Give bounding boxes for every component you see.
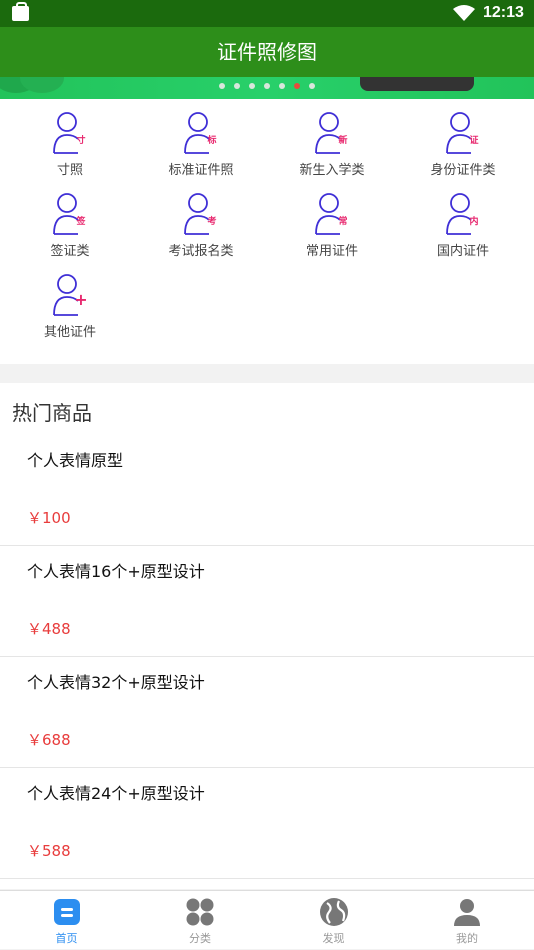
- category-label: 考试报名类: [168, 244, 234, 259]
- tab-category[interactable]: 分类: [134, 891, 267, 950]
- category-label: 其他证件: [43, 325, 96, 340]
- category-badge: 证: [469, 135, 478, 146]
- category-item[interactable]: 证身份证件类: [398, 111, 528, 178]
- section-title: 热门商品: [12, 401, 92, 425]
- category-badge: 考: [207, 215, 216, 227]
- category-item[interactable]: 常常用证件: [267, 192, 397, 259]
- category-badge: 签: [75, 215, 86, 227]
- product-price: ￥100: [27, 509, 71, 527]
- category-item[interactable]: 签签证类: [5, 192, 135, 259]
- category-label: 国内证件: [436, 244, 489, 259]
- product-list-item[interactable]: 个人表情16个+原型设计 ￥488: [0, 546, 534, 657]
- product-price: ￥588: [27, 842, 71, 860]
- banner-device-image: [360, 77, 474, 91]
- tab-label: 发现: [322, 932, 345, 945]
- carousel-dot[interactable]: [264, 83, 270, 89]
- category-item[interactable]: 标标准证件照: [136, 111, 266, 178]
- product-list-item[interactable]: 个人表情原型 ￥100: [0, 435, 534, 546]
- category-badge: 内: [469, 215, 478, 227]
- category-label: 寸照: [56, 163, 83, 178]
- globe-icon: [319, 898, 348, 926]
- banner-carousel[interactable]: [0, 77, 534, 99]
- category-badge: 寸: [76, 134, 85, 146]
- shopping-bag-icon: [12, 2, 29, 21]
- profile-icon: [454, 899, 480, 926]
- category-item[interactable]: 内国内证件: [398, 192, 528, 259]
- category-badge: +: [74, 290, 87, 309]
- category-label: 标准证件照: [168, 163, 234, 178]
- carousel-dot[interactable]: [309, 83, 315, 89]
- category-label: 签证类: [50, 244, 90, 259]
- product-list-item[interactable]: 个人表情32个+原型设计 ￥688: [0, 657, 534, 768]
- home-icon: [53, 899, 80, 925]
- hot-products-section: 热门商品 个人表情原型 ￥100 个人表情16个+原型设计 ￥488 个人表情32个+原…: [0, 383, 534, 889]
- category-badge: 常: [338, 215, 347, 227]
- carousel-dots: [219, 83, 315, 89]
- id-photo-person-icon: 常: [315, 193, 348, 235]
- tab-label: 分类: [189, 932, 211, 945]
- id-photo-person-icon: 标: [184, 112, 217, 154]
- category-label: 新生入学类: [299, 163, 365, 178]
- category-item[interactable]: 新新生入学类: [267, 111, 397, 178]
- category-icon: [186, 898, 214, 926]
- product-price: ￥688: [27, 731, 71, 749]
- product-name: 个人表情32个+原型设计: [27, 673, 205, 692]
- product-name: 个人表情24个+原型设计: [27, 784, 205, 803]
- carousel-dot[interactable]: [234, 83, 240, 89]
- category-label: 常用证件: [305, 244, 358, 259]
- category-item[interactable]: 寸寸照: [5, 111, 135, 178]
- id-photo-person-icon: +: [53, 274, 88, 316]
- tab-home[interactable]: 首页: [0, 891, 133, 950]
- id-photo-person-icon: 证: [446, 112, 479, 154]
- product-list-item[interactable]: 个人表情24个+原型设计 ￥588: [0, 768, 534, 879]
- tab-label: 首页: [55, 932, 78, 945]
- wifi-icon: [453, 5, 475, 21]
- id-photo-person-icon: 考: [184, 193, 217, 235]
- app-bar: 证件照修图: [0, 27, 534, 77]
- tab-discover[interactable]: 发现: [267, 891, 400, 950]
- product-name: 个人表情16个+原型设计: [27, 562, 205, 581]
- status-time: 12:13: [483, 4, 524, 21]
- id-photo-person-icon: 寸: [53, 112, 86, 154]
- category-badge: 标: [206, 134, 216, 146]
- category-badge: 新: [338, 134, 347, 146]
- category-item[interactable]: + 其他证件: [5, 273, 135, 340]
- product-name: 个人表情原型: [27, 451, 124, 470]
- id-photo-person-icon: 签: [53, 193, 86, 235]
- status-bar: 12:13: [0, 0, 534, 27]
- carousel-dot[interactable]: [219, 83, 225, 89]
- category-item[interactable]: 考考试报名类: [136, 192, 266, 259]
- category-grid: 寸寸照标标准证件照新新生入学类证身份证件类签签证类考考试报名类常常用证件内国内证…: [0, 99, 534, 364]
- page-title: 证件照修图: [217, 40, 317, 64]
- id-photo-person-icon: 新: [315, 112, 348, 154]
- bottom-tab-bar: 首页 分类 发现 我的: [0, 890, 534, 949]
- category-label: 身份证件类: [430, 163, 496, 178]
- carousel-dot[interactable]: [279, 83, 285, 89]
- carousel-dot[interactable]: [294, 83, 300, 89]
- tab-label: 我的: [456, 932, 478, 945]
- id-photo-person-icon: 内: [446, 193, 479, 235]
- product-price: ￥488: [27, 620, 71, 638]
- tab-mine[interactable]: 我的: [401, 891, 534, 950]
- carousel-dot[interactable]: [249, 83, 255, 89]
